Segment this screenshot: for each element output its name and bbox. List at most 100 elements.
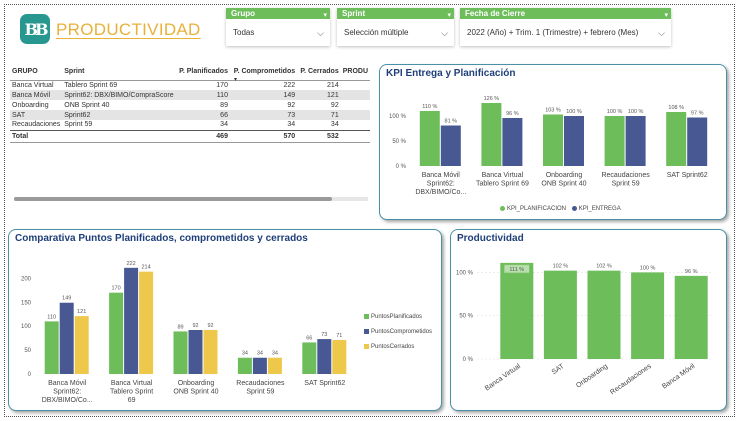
cell-sprint: Sprint62 [62, 110, 176, 120]
y-tick-label: 50 [24, 348, 31, 354]
cell-sprint: Sprint 59 [64, 121, 93, 129]
legend-item-planificacion[interactable]: KPI_PLANIFICACION [500, 206, 566, 212]
cell-total-planificados: 469 [175, 129, 230, 143]
legend-item-comprometidos[interactable]: PuntosComprometidos [364, 325, 432, 340]
slicer-menu-icon[interactable]: ▾ [447, 10, 451, 21]
y-tick-label: 100 % [456, 270, 474, 276]
logo-icon: BB [20, 14, 50, 44]
bar-KPI_ENTREGA [502, 118, 523, 166]
cell-total-sprint [62, 129, 176, 143]
x-tick-label: SAT Sprint62 [667, 172, 708, 179]
kpi-panel: KPI Entrega y Planificación 0 % 50 % 100 %… [379, 64, 727, 220]
cell-cerrados: 121 [297, 90, 341, 100]
x-tick-label: Tablero Sprint 69 [476, 181, 529, 188]
y-tick-label: 0 % [396, 164, 407, 170]
bar-productividad [543, 270, 577, 359]
data-label: 108 % [668, 105, 684, 111]
cell-total-label: Total [10, 129, 63, 143]
x-tick-label: Banca Móvil [422, 172, 461, 179]
data-label: 92 [207, 323, 213, 329]
slicer-dropdown-grupo[interactable]: Todas ⌵ [228, 23, 328, 43]
data-label: 34 [272, 351, 278, 357]
x-tick-label: SAT [551, 362, 566, 376]
slicer-menu-icon[interactable]: ▾ [323, 10, 327, 21]
legend-square-icon [364, 328, 369, 334]
cell-comprometidos: 149 [229, 90, 298, 100]
slicer-menu-icon[interactable]: ▾ [664, 10, 668, 21]
data-label: 111 % [509, 267, 524, 273]
table-row[interactable]: Onboarding ONB Sprint 40 89 92 92 [10, 100, 370, 110]
slicer-dropdown-sprint[interactable]: Selección múltiple ⌵ [339, 23, 452, 43]
bar-KPI_PLANIFICACION [604, 116, 625, 166]
x-tick-label: Tablero Sprint [110, 389, 153, 396]
kpi-legend: KPI_PLANIFICACION KPI_ENTREGA [500, 206, 625, 212]
legend-square-icon [364, 313, 369, 319]
cell-productividad [341, 100, 370, 110]
y-tick-label: 50 % [392, 139, 406, 145]
comparativa-panel-title: Comparativa Puntos Planificados, comprom… [15, 233, 308, 244]
cell-productividad [341, 80, 370, 90]
bar-KPI_ENTREGA [564, 116, 584, 166]
slicer-fecha-cierre: Fecha de Cierre ▾ 2022 (Año) + Trim. 1 (T… [460, 8, 671, 46]
cell-comprometidos: 92 [287, 101, 296, 109]
cell-cerrados: 214 [327, 81, 339, 89]
scrollbar-thumb[interactable] [14, 197, 332, 201]
legend-dot-icon [500, 206, 505, 211]
bar-KPI_PLANIFICACION [666, 112, 687, 166]
cell-sprint: Sprint62: DBX/BIMO/CompraScore [62, 90, 176, 100]
bar-KPI_PLANIFICACION [543, 114, 563, 166]
y-tick-label: 50 % [459, 314, 473, 320]
table-horizontal-scrollbar[interactable] [14, 197, 368, 201]
table-row[interactable]: Banca Virtual Tablero Sprint 69 170 222 … [10, 80, 370, 90]
y-tick-label: 0 % [463, 357, 474, 363]
x-tick-label: Banca Móvil [48, 380, 87, 387]
cell-planificados: 66 [175, 110, 230, 120]
data-label: 71 [336, 333, 342, 339]
bar-PuntosCerrados [139, 271, 154, 374]
data-label: 110 % [422, 104, 437, 110]
data-label: 66 [306, 335, 312, 341]
legend-item-cerrados[interactable]: PuntosCerrados [364, 340, 432, 355]
data-label: 34 [257, 351, 263, 357]
cell-productividad [341, 120, 370, 130]
x-tick-label: Recaudaciones [601, 172, 650, 179]
bar-productividad [587, 270, 621, 359]
column-header-cerrados[interactable]: P. Cerrados [297, 64, 341, 81]
x-tick-label: Banca Virtual [111, 380, 153, 387]
table-row[interactable]: Recaudaciones Sprint 59 34 34 34 [10, 120, 370, 130]
cell-planificados: 89 [220, 101, 228, 109]
bar-PuntosPlanificados [109, 292, 124, 374]
column-header-grupo[interactable]: GRUPO [10, 64, 63, 81]
slicer-value: Todas [233, 28, 255, 37]
cell-cerrados: 34 [330, 121, 339, 129]
slicer-sprint: Sprint ▾ Selección múltiple ⌵ [337, 8, 454, 46]
column-header-productividad[interactable]: PRODU [340, 64, 370, 81]
legend-label: PuntosComprometidos [371, 329, 433, 335]
column-header-label: P. Comprometidos [233, 68, 296, 76]
table-row[interactable]: Banca Móvil Sprint62: DBX/BIMO/CompraSco… [10, 90, 370, 100]
slicer-dropdown-fecha[interactable]: 2022 (Año) + Trim. 1 (Trimestre) + febre… [462, 23, 669, 43]
column-header-comprometidos[interactable]: P. Comprometidos ▾ [229, 64, 298, 83]
column-header-sprint[interactable]: Sprint [62, 64, 176, 81]
cell-grupo: Recaudaciones [12, 121, 61, 129]
slicer-value: Selección múltiple [344, 28, 409, 37]
table-header-row: GRUPO Sprint P. Planificados P. Comprome… [10, 64, 370, 83]
data-label: 89 [177, 324, 183, 330]
cell-cerrados: 71 [297, 110, 341, 120]
comparativa-legend: PuntosPlanificados PuntosComprometidos P… [364, 310, 436, 355]
x-tick-label: Recaudaciones [236, 380, 285, 387]
x-tick-label: Onboarding [575, 363, 609, 390]
column-header-planificados[interactable]: P. Planificados [175, 64, 230, 81]
data-label: 103 % [545, 108, 561, 114]
data-label: 102 % [596, 264, 612, 270]
table-row[interactable]: SAT Sprint62 66 73 71 [10, 110, 370, 120]
legend-item-planificados[interactable]: PuntosPlanificados [364, 310, 432, 325]
legend-item-entrega[interactable]: KPI_ENTREGA [571, 206, 621, 212]
data-label: 100 % [566, 109, 582, 115]
kpi-chart: 0 % 50 % 100 % 110 % 81 % Banca Móvil Sprint62… [389, 96, 708, 196]
bar-KPI_PLANIFICACION [419, 111, 440, 166]
bar-PuntosComprometidos [188, 330, 203, 374]
legend-dot-icon [571, 206, 577, 211]
comparativa-panel: Comparativa Puntos Planificados, comprom… [8, 229, 442, 411]
x-tick-label: Sprint62: [427, 181, 455, 188]
